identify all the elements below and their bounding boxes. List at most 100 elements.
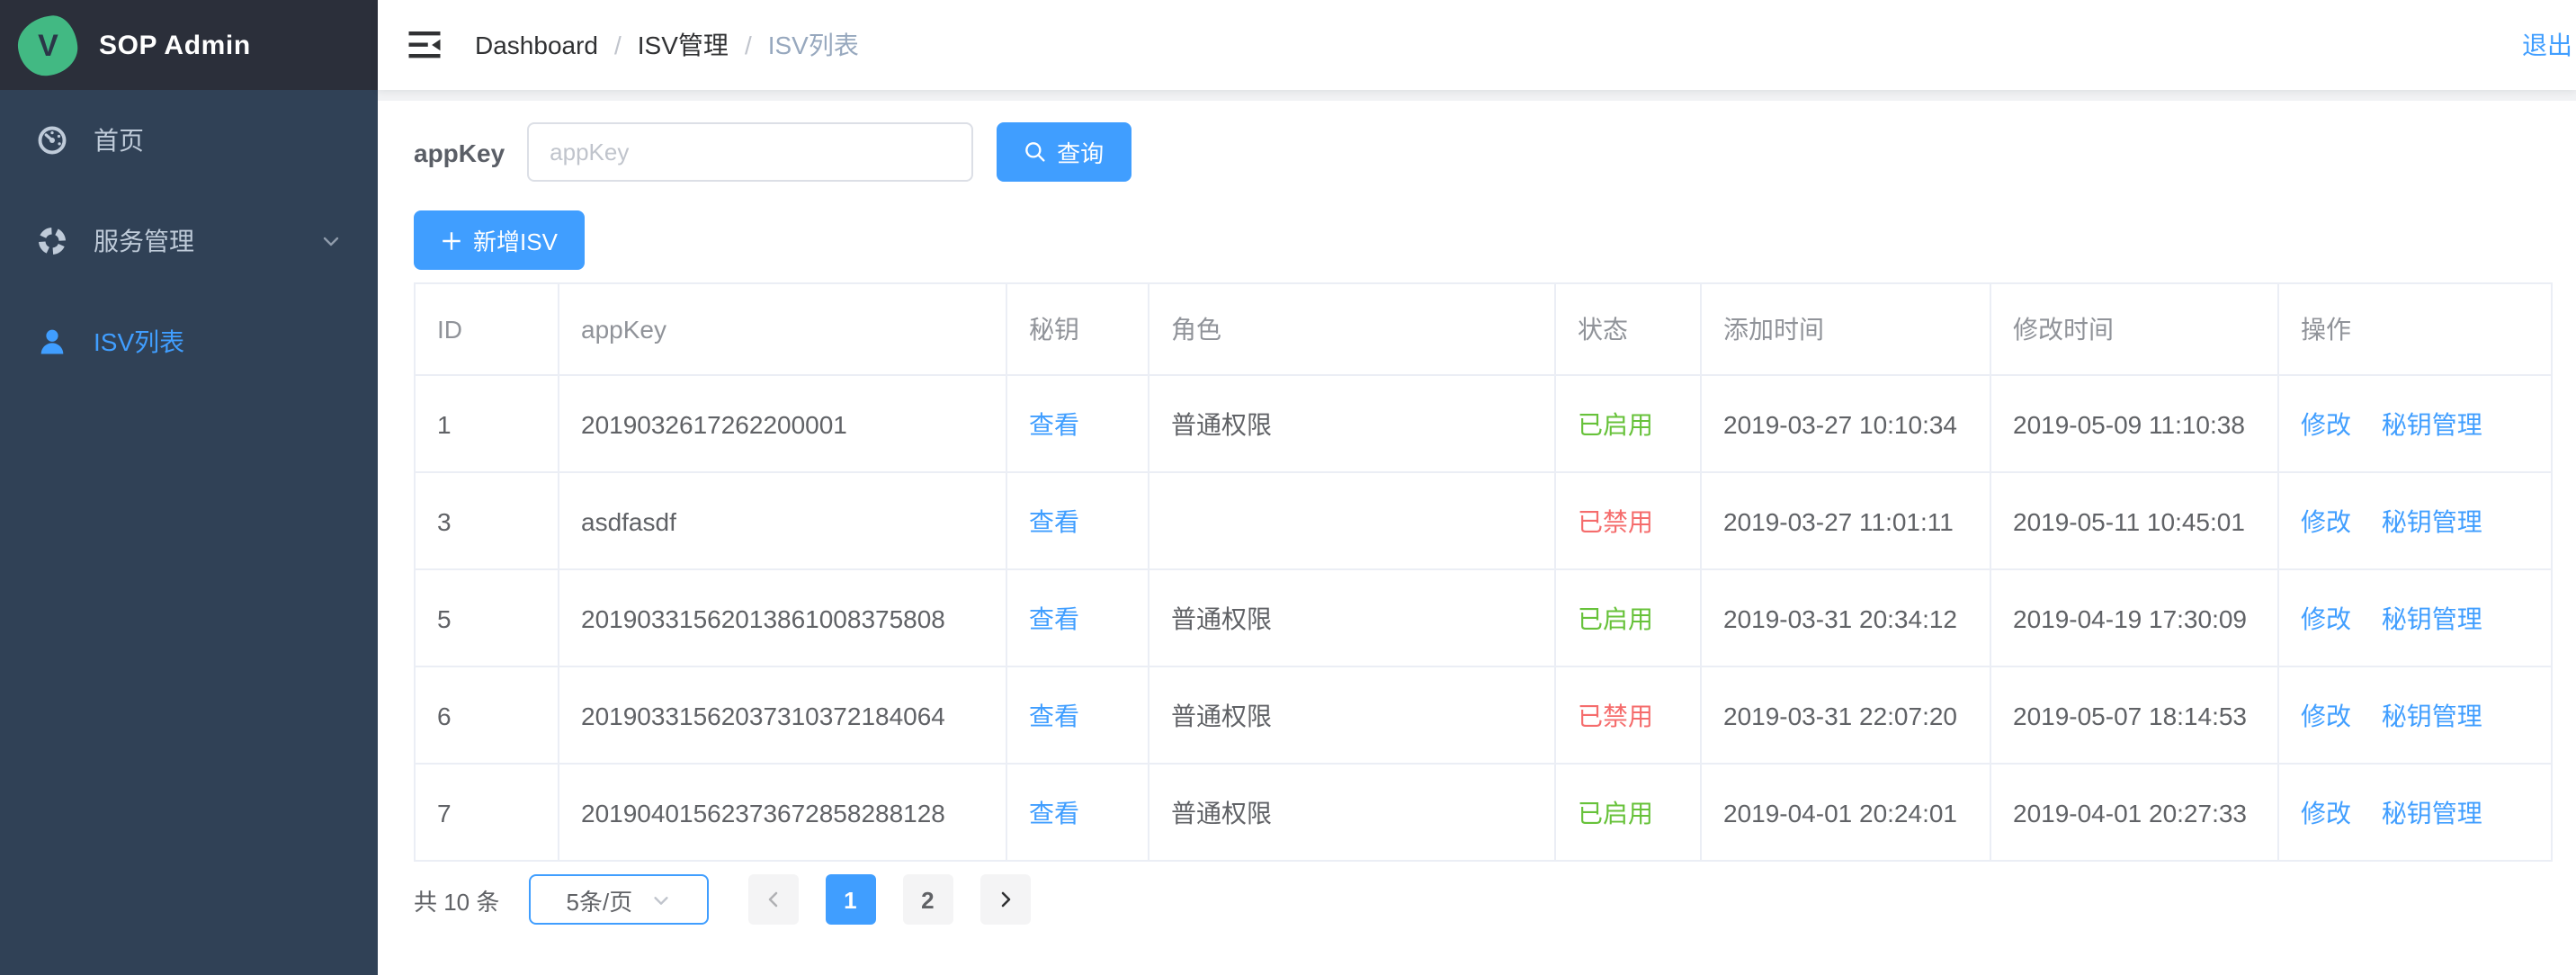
edit-link[interactable]: 修改 <box>2301 506 2351 535</box>
cell-modified-time: 2019-04-19 17:30:09 <box>1990 569 2278 666</box>
table-row: 5 20190331562013861008375808 查看 普通权限 已启用… <box>415 569 2552 666</box>
cell-added-time: 2019-03-31 22:07:20 <box>1701 666 1990 764</box>
secret-manage-link[interactable]: 秘钥管理 <box>2382 798 2482 827</box>
secret-manage-link[interactable]: 秘钥管理 <box>2382 506 2482 535</box>
cell-appkey: asdfasdf <box>559 472 1006 569</box>
breadcrumb-isv-mgmt[interactable]: ISV管理 <box>638 27 729 63</box>
add-isv-button[interactable]: 新增ISV <box>414 210 585 270</box>
cell-added-time: 2019-03-27 10:10:34 <box>1701 375 1990 472</box>
isv-table: ID appKey 秘钥 角色 状态 添加时间 修改时间 操作 1 201903… <box>414 282 2553 862</box>
status-badge: 已禁用 <box>1578 701 1653 729</box>
edit-link[interactable]: 修改 <box>2301 701 2351 729</box>
sidebar: V SOP Admin 首页 服务管理 <box>0 0 378 975</box>
table-row: 3 asdfasdf 查看 已禁用 2019-03-27 11:01:11 20… <box>415 472 2552 569</box>
sidebar-menu: 首页 服务管理 ISV列表 <box>0 90 378 392</box>
breadcrumb-dashboard[interactable]: Dashboard <box>475 31 598 59</box>
cell-modified-time: 2019-04-01 20:27:33 <box>1990 764 2278 861</box>
cell-role: 普通权限 <box>1149 764 1555 861</box>
cell-appkey: 20190331562013861008375808 <box>559 569 1006 666</box>
table-row: 1 2019032617262200001 查看 普通权限 已启用 2019-0… <box>415 375 2552 472</box>
status-badge: 已启用 <box>1578 409 1653 438</box>
sidebar-item-isv-list[interactable]: ISV列表 <box>0 291 378 392</box>
view-secret-link[interactable]: 查看 <box>1029 506 1079 535</box>
breadcrumb-separator: / <box>614 31 622 59</box>
cell-id: 1 <box>415 375 559 472</box>
table-row: 6 20190331562037310372184064 查看 普通权限 已禁用… <box>415 666 2552 764</box>
breadcrumb-separator: / <box>745 31 752 59</box>
cell-appkey: 2019032617262200001 <box>559 375 1006 472</box>
search-form: appKey 查询 <box>414 122 2551 182</box>
cell-role: 普通权限 <box>1149 666 1555 764</box>
page-size-value: 5条/页 <box>567 882 633 917</box>
chevron-right-icon <box>994 889 1015 910</box>
col-role: 角色 <box>1149 283 1555 375</box>
view-secret-link[interactable]: 查看 <box>1029 409 1079 438</box>
plus-icon <box>441 229 462 251</box>
edit-link[interactable]: 修改 <box>2301 409 2351 438</box>
cell-added-time: 2019-03-27 11:01:11 <box>1701 472 1990 569</box>
page-button-1[interactable]: 1 <box>825 874 875 925</box>
page-button-2[interactable]: 2 <box>902 874 953 925</box>
header-divider <box>378 90 2576 101</box>
table-header: ID appKey 秘钥 角色 状态 添加时间 修改时间 操作 <box>415 283 2552 375</box>
cell-id: 5 <box>415 569 559 666</box>
user-icon <box>36 326 68 358</box>
cell-id: 3 <box>415 472 559 569</box>
query-button-label: 查询 <box>1057 135 1104 169</box>
cell-id: 7 <box>415 764 559 861</box>
query-button[interactable]: 查询 <box>996 122 1131 182</box>
col-added-time: 添加时间 <box>1701 283 1990 375</box>
cell-role: 普通权限 <box>1149 375 1555 472</box>
cell-role: 普通权限 <box>1149 569 1555 666</box>
logout-link[interactable]: 退出 <box>2522 27 2572 63</box>
sidebar-item-service[interactable]: 服务管理 <box>0 191 378 291</box>
cell-appkey: 20190401562373672858288128 <box>559 764 1006 861</box>
top-header: Dashboard / ISV管理 / ISV列表 退出 <box>378 0 2576 90</box>
logo-letter: V <box>38 27 58 63</box>
view-secret-link[interactable]: 查看 <box>1029 701 1079 729</box>
edit-link[interactable]: 修改 <box>2301 604 2351 632</box>
cell-added-time: 2019-03-31 20:34:12 <box>1701 569 1990 666</box>
cell-role <box>1149 472 1555 569</box>
cell-modified-time: 2019-05-07 18:14:53 <box>1990 666 2278 764</box>
status-badge: 已禁用 <box>1578 506 1653 535</box>
add-isv-button-label: 新增ISV <box>473 223 558 257</box>
next-page-button[interactable] <box>979 874 1030 925</box>
sidebar-item-home[interactable]: 首页 <box>0 90 378 191</box>
appkey-input[interactable] <box>526 122 972 182</box>
main-area: Dashboard / ISV管理 / ISV列表 退出 appKey 查询 <box>378 0 2576 975</box>
edit-link[interactable]: 修改 <box>2301 798 2351 827</box>
cell-appkey: 20190331562037310372184064 <box>559 666 1006 764</box>
page-size-select[interactable]: 5条/页 <box>528 874 708 925</box>
logo-icon: V <box>15 13 81 78</box>
col-modified-time: 修改时间 <box>1990 283 2278 375</box>
pagination: 共 10 条 5条/页 1 2 <box>414 874 2551 925</box>
prev-page-button[interactable] <box>747 874 798 925</box>
hamburger-icon[interactable] <box>407 27 443 63</box>
view-secret-link[interactable]: 查看 <box>1029 798 1079 827</box>
service-icon <box>36 225 68 257</box>
cell-modified-time: 2019-05-11 10:45:01 <box>1990 472 2278 569</box>
appkey-label: appKey <box>414 138 505 166</box>
app-root: V SOP Admin 首页 服务管理 <box>0 0 2576 975</box>
content: appKey 查询 新增ISV <box>378 101 2576 925</box>
chevron-down-icon <box>650 890 670 909</box>
table-row: 7 20190401562373672858288128 查看 普通权限 已启用… <box>415 764 2552 861</box>
breadcrumb-isv-list: ISV列表 <box>768 27 859 63</box>
col-appkey: appKey <box>559 283 1006 375</box>
sidebar-item-label: 服务管理 <box>94 223 320 259</box>
status-badge: 已启用 <box>1578 798 1653 827</box>
secret-manage-link[interactable]: 秘钥管理 <box>2382 604 2482 632</box>
sidebar-item-label: ISV列表 <box>94 324 342 360</box>
secret-manage-link[interactable]: 秘钥管理 <box>2382 409 2482 438</box>
secret-manage-link[interactable]: 秘钥管理 <box>2382 701 2482 729</box>
col-actions: 操作 <box>2278 283 2552 375</box>
view-secret-link[interactable]: 查看 <box>1029 604 1079 632</box>
col-secret: 秘钥 <box>1006 283 1149 375</box>
cell-added-time: 2019-04-01 20:24:01 <box>1701 764 1990 861</box>
breadcrumb: Dashboard / ISV管理 / ISV列表 <box>475 27 859 63</box>
col-status: 状态 <box>1555 283 1701 375</box>
chevron-left-icon <box>762 889 783 910</box>
search-icon <box>1023 140 1046 164</box>
sidebar-item-label: 首页 <box>94 122 342 158</box>
